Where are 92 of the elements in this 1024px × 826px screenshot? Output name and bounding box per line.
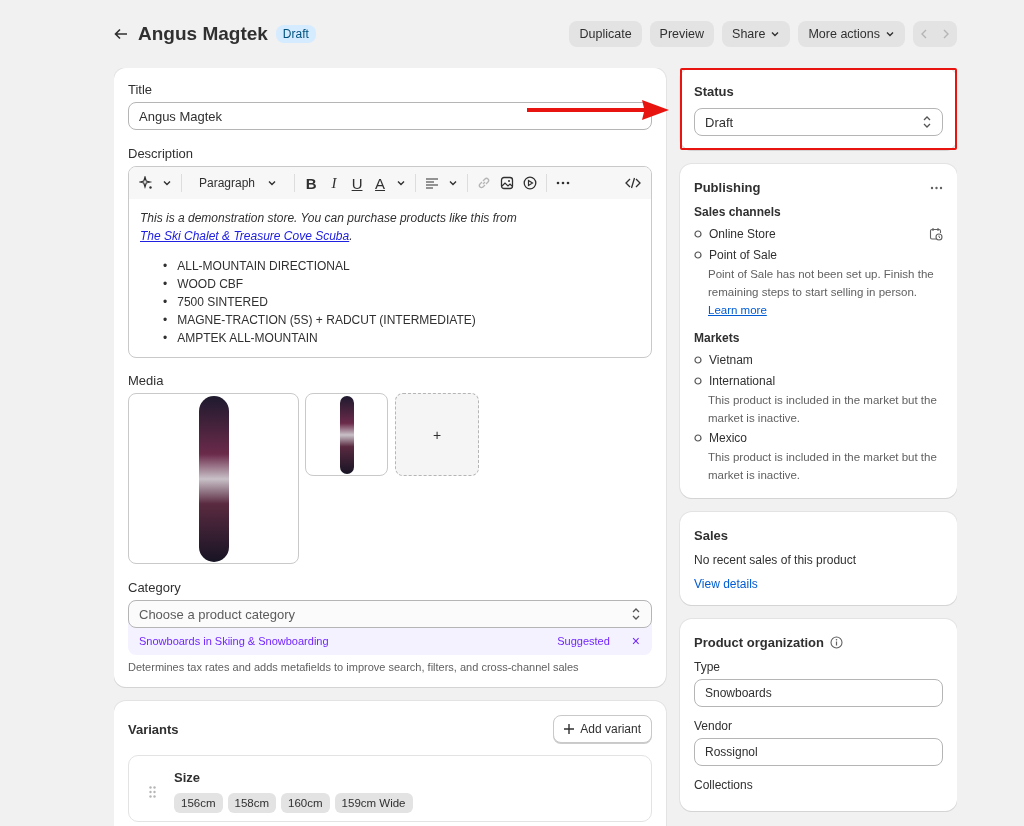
chevron-down-icon <box>448 178 459 188</box>
market-name: Mexico <box>709 430 747 445</box>
add-variant-button[interactable]: Add variant <box>553 715 652 743</box>
sales-text: No recent sales of this product <box>694 553 858 567</box>
suggested-category[interactable]: Snowboards in Skiing & Snowboarding <box>139 635 558 647</box>
field-label: Collections <box>694 778 754 792</box>
drag-handle-icon[interactable] <box>149 785 156 798</box>
align-left-icon[interactable] <box>425 177 440 189</box>
chevron-down-icon <box>162 178 172 188</box>
learn-more-link[interactable]: Learn more <box>708 301 767 319</box>
field-label: Type <box>694 660 721 674</box>
product-image[interactable] <box>305 393 388 476</box>
status-dot-icon <box>694 355 702 364</box>
format-button[interactable]: A <box>373 174 388 192</box>
format-button[interactable]: B <box>304 174 319 192</box>
bullet-mark: • <box>163 294 168 311</box>
more-icon[interactable] <box>556 181 571 185</box>
action-button[interactable]: Preview <box>649 21 715 47</box>
info-icon[interactable] <box>830 636 843 649</box>
status-dot-icon <box>694 376 702 385</box>
note-text: This product is included in the market but the market is inactive. <box>708 450 938 483</box>
channel-name: Point of Sale <box>709 247 778 262</box>
card-title: Product organization <box>694 635 824 650</box>
field-label: Media <box>128 373 165 388</box>
field-label: Title <box>128 82 154 97</box>
view-details-link[interactable]: View details <box>694 577 758 591</box>
status-dot-icon <box>694 250 702 259</box>
market-name: Vietnam <box>709 352 753 367</box>
plus-icon <box>564 724 575 734</box>
chevron-down-icon <box>396 178 407 188</box>
product-image[interactable] <box>128 393 299 564</box>
field-label: Category <box>128 580 182 595</box>
description-text: This is a demonstration store. You can purchase products like this from The Ski Chalet & Treasure Cove Scuba. <box>140 210 518 245</box>
field-label: Status <box>694 84 735 99</box>
feature-list-item: AMPTEK ALL-MOUNTAIN <box>177 330 318 347</box>
more-icon[interactable] <box>930 185 943 190</box>
code-icon[interactable] <box>625 177 641 189</box>
vendor-field[interactable]: Rossignol <box>694 738 943 766</box>
image-icon[interactable] <box>500 176 515 190</box>
section-heading: Sales channels <box>694 205 782 219</box>
option-value-tag: 160cm <box>281 793 330 813</box>
market-name: International <box>709 373 776 388</box>
category-select[interactable]: Choose a product category <box>128 600 652 628</box>
note-text: Point of Sale has not been set up. Finish the remaining steps to start selling in person. <box>708 267 935 300</box>
feature-list-item: MAGNE-TRACTION (5S) + RADCUT (INTERMEDIATE) <box>177 312 476 329</box>
chevron-down-icon <box>885 29 895 39</box>
card-title: Sales <box>694 528 729 543</box>
channel-name: Online Store <box>709 226 776 241</box>
bullet-mark: • <box>163 312 168 329</box>
status-select[interactable]: Draft <box>694 108 943 136</box>
option-name: Size <box>174 770 201 785</box>
feature-list-item: WOOD CBF <box>177 276 244 293</box>
select-arrows-icon <box>922 115 932 129</box>
title-field[interactable]: Angus Magtek <box>128 102 652 130</box>
help-text: Determines tax rates and adds metafields to improve search, filters, and cross-channel sales <box>128 661 580 673</box>
chevron-down-icon <box>267 178 278 188</box>
card-title: Publishing <box>694 180 761 195</box>
option-value-tag: 156cm <box>174 793 223 813</box>
status-dot-icon <box>694 229 702 238</box>
feature-list-item: ALL-MOUNTAIN DIRECTIONAL <box>177 258 350 275</box>
dropdown-button[interactable]: Share <box>722 21 791 47</box>
dropdown-button[interactable]: More actions <box>798 21 905 47</box>
chevron-left-icon <box>919 28 929 40</box>
chevron-right-icon <box>941 28 951 40</box>
select-arrows-icon <box>631 607 641 621</box>
play-video-icon[interactable] <box>523 176 538 190</box>
status-dot-icon <box>694 433 702 442</box>
add-media-button[interactable]: + <box>395 393 479 476</box>
field-label: Description <box>128 146 195 161</box>
section-heading: Markets <box>694 331 741 345</box>
page-title: Angus Magtek <box>138 23 268 45</box>
note-text: This product is included in the market but the market is inactive. <box>708 393 938 426</box>
option-value-tag: 158cm <box>227 793 277 813</box>
back-arrow-icon[interactable] <box>114 27 128 41</box>
chevron-down-icon <box>770 29 781 39</box>
format-button[interactable]: U <box>350 174 365 192</box>
format-button[interactable]: I <box>327 174 342 192</box>
action-button[interactable]: Duplicate <box>569 21 642 47</box>
paragraph-dropdown[interactable]: Paragraph <box>191 176 286 190</box>
sparkle-icon[interactable] <box>139 176 153 190</box>
calendar-clock-icon[interactable] <box>929 226 943 241</box>
status-badge: Draft <box>275 25 316 43</box>
feature-list-item: 7500 SINTERED <box>177 294 268 311</box>
field-label: Vendor <box>694 719 734 733</box>
card-title: Variants <box>128 721 179 737</box>
bullet-mark: • <box>163 330 168 347</box>
suggested-tag: Suggested <box>557 635 610 647</box>
type-field[interactable]: Snowboards <box>694 679 943 707</box>
dismiss-button[interactable]: × <box>631 633 640 649</box>
option-value-tag: 159cm Wide <box>334 793 413 813</box>
bullet-mark: • <box>163 258 168 275</box>
bullet-mark: • <box>163 276 168 293</box>
